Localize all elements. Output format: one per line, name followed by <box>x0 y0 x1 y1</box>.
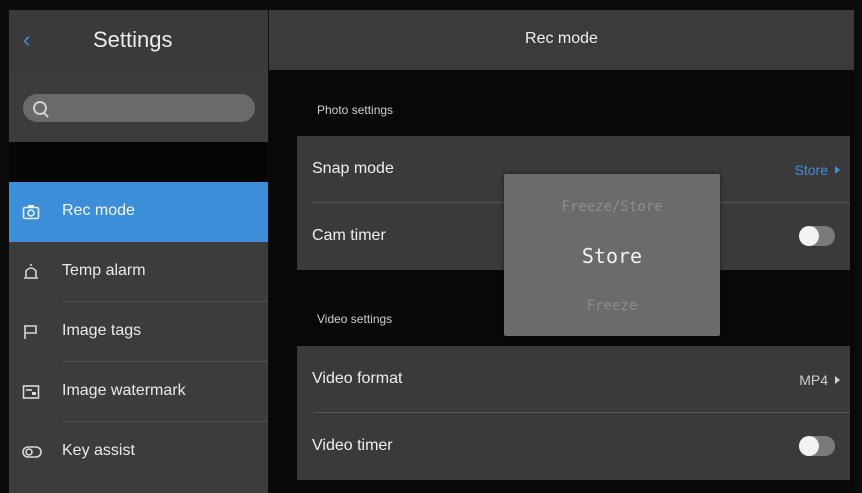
chevron-right-icon <box>835 376 840 384</box>
snap-mode-picker: Freeze/Store Store Freeze <box>504 174 720 336</box>
sidebar: ‹ Settings Rec mode Temp alarm Image tag… <box>9 10 268 493</box>
sidebar-spacer <box>9 142 268 182</box>
cam-timer-toggle[interactable] <box>799 226 835 246</box>
picker-option-freeze[interactable]: Freeze <box>504 298 720 314</box>
sidebar-nav: Rec mode Temp alarm Image tags Image wat… <box>9 182 268 482</box>
sidebar-header: ‹ Settings <box>9 10 268 72</box>
video-timer-toggle[interactable] <box>799 436 835 456</box>
sidebar-item-label: Temp alarm <box>62 262 146 279</box>
video-settings-heading: Video settings <box>317 312 393 326</box>
video-timer-label: Video timer <box>312 437 393 454</box>
snap-mode-label: Snap mode <box>312 160 394 177</box>
video-settings-card: Video format MP4 Video timer <box>297 346 850 480</box>
video-format-value: MP4 <box>799 372 828 388</box>
sidebar-item-temp-alarm[interactable]: Temp alarm <box>9 242 268 302</box>
cam-timer-label: Cam timer <box>312 227 386 244</box>
watermark-icon <box>22 384 40 400</box>
sidebar-item-key-assist[interactable]: Key assist <box>9 422 268 482</box>
search-bar[interactable] <box>23 94 255 122</box>
snap-mode-value: Store <box>794 162 828 178</box>
chevron-left-icon[interactable]: ‹ <box>23 26 43 54</box>
toggle-key-icon <box>22 444 42 460</box>
flag-icon <box>22 324 40 340</box>
sidebar-item-label: Image tags <box>62 322 142 339</box>
alarm-icon <box>22 264 40 280</box>
picker-option-freeze-store[interactable]: Freeze/Store <box>504 199 720 215</box>
chevron-right-icon <box>835 166 840 174</box>
page-title: Rec mode <box>525 30 598 47</box>
sidebar-title: Settings <box>93 27 173 52</box>
toggle-knob <box>799 226 819 246</box>
video-format-label: Video format <box>312 370 403 387</box>
search-icon <box>33 101 47 115</box>
sidebar-item-rec-mode[interactable]: Rec mode <box>9 182 268 242</box>
search-input[interactable] <box>55 98 249 120</box>
main-header: Rec mode <box>269 10 854 70</box>
camera-icon <box>22 204 40 220</box>
sidebar-item-image-tags[interactable]: Image tags <box>9 302 268 362</box>
sidebar-item-image-watermark[interactable]: Image watermark <box>9 362 268 422</box>
app-frame: ‹ Settings Rec mode Temp alarm Image tag… <box>9 10 854 493</box>
video-timer-row: Video timer <box>297 413 850 480</box>
toggle-knob <box>799 436 819 456</box>
photo-settings-heading: Photo settings <box>317 103 394 117</box>
sidebar-item-label: Image watermark <box>62 382 186 399</box>
picker-option-store[interactable]: Store <box>504 244 720 268</box>
video-format-row[interactable]: Video format MP4 <box>297 346 850 413</box>
sidebar-item-label: Key assist <box>62 442 135 459</box>
sidebar-item-label: Rec mode <box>62 202 135 219</box>
